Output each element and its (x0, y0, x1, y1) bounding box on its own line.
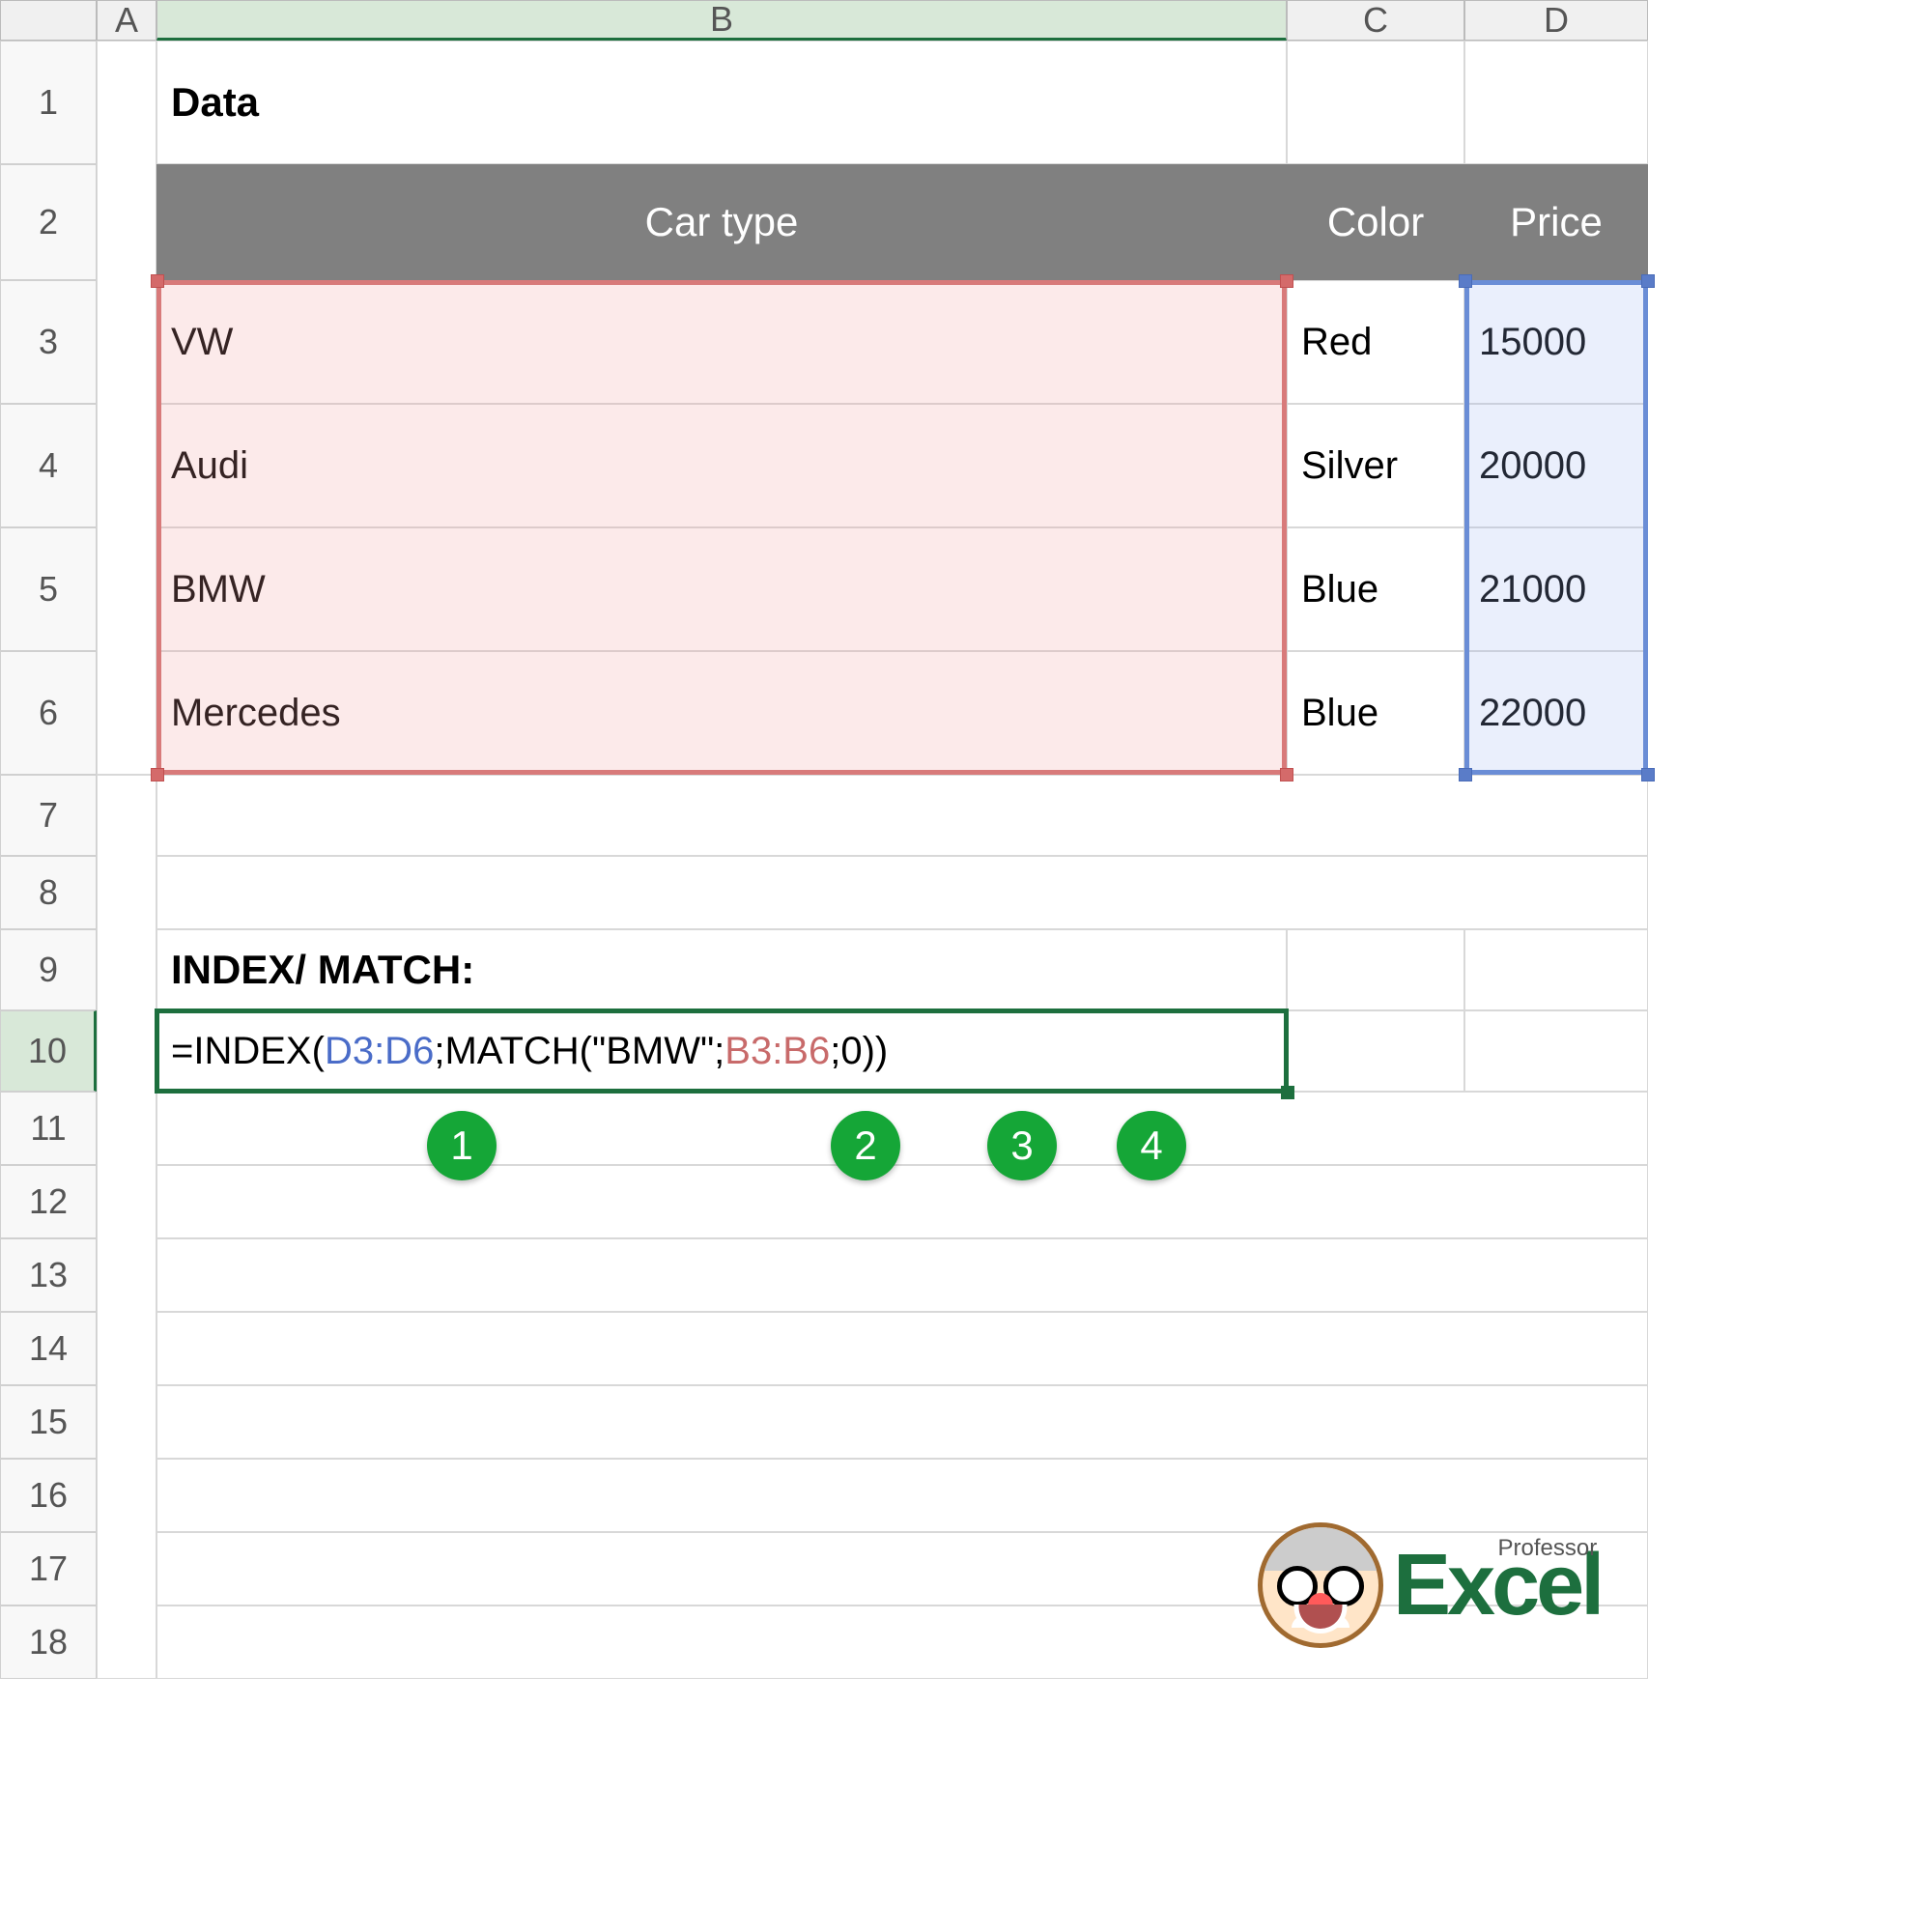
range-handle[interactable] (1459, 274, 1472, 288)
row-header-11[interactable]: 11 (0, 1092, 97, 1165)
row-header-10[interactable]: 10 (0, 1010, 97, 1092)
cell-B1[interactable]: Data (156, 41, 1287, 164)
cell-B16[interactable] (156, 1459, 1648, 1532)
annotation-badge-3: 3 (987, 1111, 1057, 1180)
col-header-B[interactable]: B (156, 0, 1287, 41)
cell-C3[interactable]: Red (1287, 280, 1464, 404)
cell-D6[interactable]: 22000 (1464, 651, 1648, 775)
row-header-3[interactable]: 3 (0, 280, 97, 404)
row-header-2[interactable]: 2 (0, 164, 97, 280)
cell-D2[interactable]: Price (1464, 164, 1648, 280)
cell-B10[interactable]: =INDEX(D3:D6;MATCH("BMW";B3:B6;0)) (156, 1010, 1287, 1092)
cell-D10[interactable] (1464, 1010, 1648, 1092)
cell-B7[interactable] (156, 775, 1648, 856)
ref-D3D6: D3:D6 (325, 1030, 434, 1072)
row-header-5[interactable]: 5 (0, 527, 97, 651)
row-header-6[interactable]: 6 (0, 651, 97, 775)
row-header-1[interactable]: 1 (0, 41, 97, 164)
range-handle[interactable] (1641, 274, 1655, 288)
range-handle[interactable] (151, 274, 164, 288)
cell-C1[interactable] (1287, 41, 1464, 164)
row-header-7[interactable]: 7 (0, 775, 97, 856)
cell-B8[interactable] (156, 856, 1648, 929)
ref-B3B6: B3:B6 (724, 1030, 830, 1072)
row-header-16[interactable]: 16 (0, 1459, 97, 1532)
cell-C5[interactable]: Blue (1287, 527, 1464, 651)
formula-text: =INDEX(D3:D6;MATCH("BMW";B3:B6;0)) (171, 1030, 888, 1073)
range-handle[interactable] (151, 768, 164, 781)
professor-excel-logo: Professor Excel (1258, 1522, 1601, 1648)
row-header-4[interactable]: 4 (0, 404, 97, 527)
cell-D3[interactable]: 15000 (1464, 280, 1648, 404)
row-header-8[interactable]: 8 (0, 856, 97, 929)
row-header-17[interactable]: 17 (0, 1532, 97, 1605)
cell-B12[interactable] (156, 1165, 1648, 1238)
annotation-badge-1: 1 (427, 1111, 497, 1180)
col-header-A[interactable]: A (97, 0, 156, 41)
cell-B6[interactable]: Mercedes (156, 651, 1287, 775)
cell-A1[interactable] (97, 41, 156, 775)
row-header-18[interactable]: 18 (0, 1605, 97, 1679)
cell-C6[interactable]: Blue (1287, 651, 1464, 775)
range-handle[interactable] (1459, 768, 1472, 781)
cell-C2[interactable]: Color (1287, 164, 1464, 280)
cell-B11[interactable] (156, 1092, 1648, 1165)
cell-B2[interactable]: Car type (156, 164, 1287, 280)
row-header-15[interactable]: 15 (0, 1385, 97, 1459)
cell-B3[interactable]: VW (156, 280, 1287, 404)
annotation-badge-4: 4 (1117, 1111, 1186, 1180)
row-header-14[interactable]: 14 (0, 1312, 97, 1385)
cell-C9[interactable] (1287, 929, 1464, 1010)
logo-face-icon (1258, 1522, 1383, 1648)
cell-D9[interactable] (1464, 929, 1648, 1010)
cell-D5[interactable]: 21000 (1464, 527, 1648, 651)
cell-B13[interactable] (156, 1238, 1648, 1312)
range-handle[interactable] (1280, 274, 1293, 288)
cell-B15[interactable] (156, 1385, 1648, 1459)
cell-D1[interactable] (1464, 41, 1648, 164)
cell-B5[interactable]: BMW (156, 527, 1287, 651)
cell-A7[interactable] (97, 775, 156, 1679)
fill-handle[interactable] (1281, 1086, 1294, 1099)
row-header-9[interactable]: 9 (0, 929, 97, 1010)
annotation-badge-2: 2 (831, 1111, 900, 1180)
row-header-13[interactable]: 13 (0, 1238, 97, 1312)
range-handle[interactable] (1280, 768, 1293, 781)
cell-B4[interactable]: Audi (156, 404, 1287, 527)
cell-D4[interactable]: 20000 (1464, 404, 1648, 527)
col-header-D[interactable]: D (1464, 0, 1648, 41)
cell-B14[interactable] (156, 1312, 1648, 1385)
logo-small-text: Professor (1498, 1535, 1598, 1562)
select-all-corner[interactable] (0, 0, 97, 41)
cell-C10[interactable] (1287, 1010, 1464, 1092)
col-header-C[interactable]: C (1287, 0, 1464, 41)
row-header-12[interactable]: 12 (0, 1165, 97, 1238)
cell-B9[interactable]: INDEX/ MATCH: (156, 929, 1287, 1010)
cell-C4[interactable]: Silver (1287, 404, 1464, 527)
range-handle[interactable] (1641, 768, 1655, 781)
